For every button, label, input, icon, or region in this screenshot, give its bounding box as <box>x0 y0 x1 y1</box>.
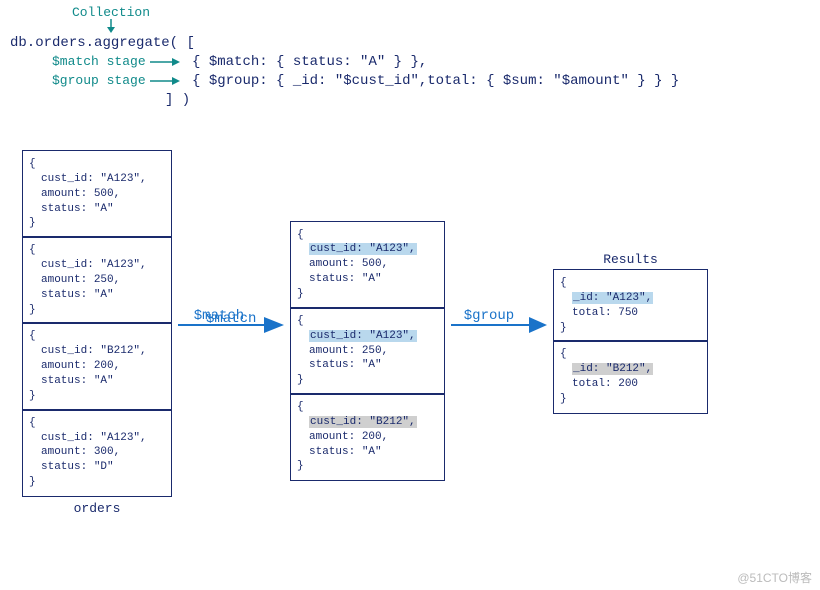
results-title: Results <box>553 252 708 267</box>
match-stage-code: { $match: { status: "A" } }, <box>192 54 427 70</box>
highlight-id: _id: "A123", <box>572 292 653 304</box>
group-stage-code: { $group: { _id: "$cust_id",total: { $su… <box>192 73 679 89</box>
order-doc: { cust_id: "B212", amount: 200, status: … <box>22 322 172 410</box>
match-arrow-label: $match <box>194 308 244 324</box>
close-bracket: ] ) <box>10 91 679 110</box>
orders-column: { cust_id: "A123", amount: 500, status: … <box>22 150 172 516</box>
arrow-right-icon <box>150 75 180 87</box>
matched-doc: { cust_id: "A123", amount: 250, status: … <box>290 307 445 395</box>
match-arrow: $match $match <box>176 314 286 352</box>
collection-label: Collection <box>72 6 150 19</box>
match-stage-line: $match stage { $match: { status: "A" } }… <box>10 53 679 72</box>
match-stage-label: $match stage <box>52 53 146 71</box>
highlight-cust-id: cust_id: "A123", <box>309 330 417 342</box>
group-arrow: $group <box>449 314 549 352</box>
code-header: Collection db.orders.aggregate( [ $match… <box>10 6 679 110</box>
result-doc: { _id: "B212", total: 200 } <box>553 340 708 413</box>
aggregate-call-line: db.orders.aggregate( [ <box>10 34 679 53</box>
collection-pointer: Collection <box>72 6 150 33</box>
orders-stack: { cust_id: "A123", amount: 500, status: … <box>22 150 172 497</box>
matched-stack: { cust_id: "A123", amount: 500, status: … <box>290 221 445 482</box>
arrow-down-icon <box>104 19 118 33</box>
group-arrow-label: $group <box>464 308 514 324</box>
group-stage-label: $group stage <box>52 72 146 90</box>
matched-doc: { cust_id: "B212", amount: 200, status: … <box>290 393 445 481</box>
group-stage-line: $group stage { $group: { _id: "$cust_id"… <box>10 72 679 91</box>
arrow-right-icon <box>150 56 180 68</box>
highlight-cust-id: cust_id: "A123", <box>309 243 417 255</box>
results-stack: { _id: "A123", total: 750 } { _id: "B212… <box>553 269 708 414</box>
pipeline-diagram: { cust_id: "A123", amount: 500, status: … <box>22 150 810 516</box>
order-doc: { cust_id: "A123", amount: 250, status: … <box>22 236 172 324</box>
result-doc: { _id: "A123", total: 750 } <box>553 269 708 342</box>
order-doc: { cust_id: "A123", amount: 300, status: … <box>22 409 172 497</box>
matched-doc: { cust_id: "A123", amount: 500, status: … <box>290 221 445 309</box>
orders-title: orders <box>22 501 172 516</box>
highlight-cust-id: cust_id: "B212", <box>309 416 417 428</box>
order-doc: { cust_id: "A123", amount: 500, status: … <box>22 150 172 238</box>
watermark: @51CTO博客 <box>737 569 812 586</box>
results-column: Results { _id: "A123", total: 750 } { _i… <box>553 252 708 414</box>
highlight-id: _id: "B212", <box>572 363 653 375</box>
